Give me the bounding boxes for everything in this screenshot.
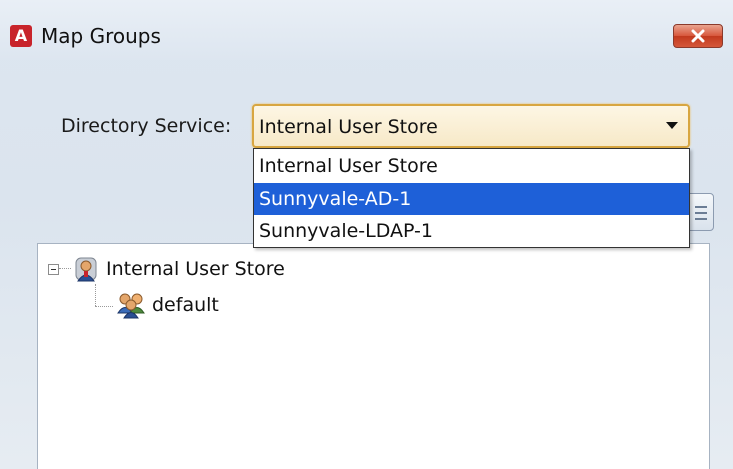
directory-service-selected-value: Internal User Store [259,116,438,138]
tree-node-label: default [152,294,219,316]
app-logo-letter: A [14,26,28,45]
directory-service-select[interactable]: Internal User Store [252,104,690,148]
close-x-icon [691,29,705,43]
user-group-icon [117,293,145,319]
chevron-down-icon[interactable] [666,122,678,129]
close-button[interactable] [673,24,723,48]
tree-node-internal-user-store[interactable]: Internal User Store [48,255,285,283]
list-icon-line-2 [695,212,707,214]
directory-service-dropdown-list[interactable]: Internal User Store Sunnyvale-AD-1 Sunny… [253,148,690,248]
list-icon-line-3 [695,218,707,220]
tree-node-label: Internal User Store [106,258,285,280]
list-icon [695,206,707,208]
dropdown-option-sunnyvale-ad-1[interactable]: Sunnyvale-AD-1 [254,183,689,215]
option-label: Internal User Store [259,155,438,177]
option-label: Sunnyvale-LDAP-1 [259,220,434,242]
group-tree[interactable]: Internal User Store default [37,243,710,469]
tree-connector-vertical [95,284,96,306]
tree-connector-child [95,306,113,307]
dropdown-option-internal-user-store[interactable]: Internal User Store [254,150,689,182]
tree-node-default[interactable]: default [116,291,219,319]
dropdown-option-sunnyvale-ldap-1[interactable]: Sunnyvale-LDAP-1 [254,215,689,247]
directory-service-label: Directory Service: [61,115,232,137]
app-logo-icon: A [10,25,32,47]
map-groups-window: A Map Groups Directory Service: Internal… [0,0,733,469]
collapse-toggle-icon[interactable] [48,263,59,275]
window-title: Map Groups [41,24,161,48]
option-label: Sunnyvale-AD-1 [259,188,412,210]
title-bar[interactable]: A Map Groups [0,0,733,60]
user-store-icon [75,257,97,282]
